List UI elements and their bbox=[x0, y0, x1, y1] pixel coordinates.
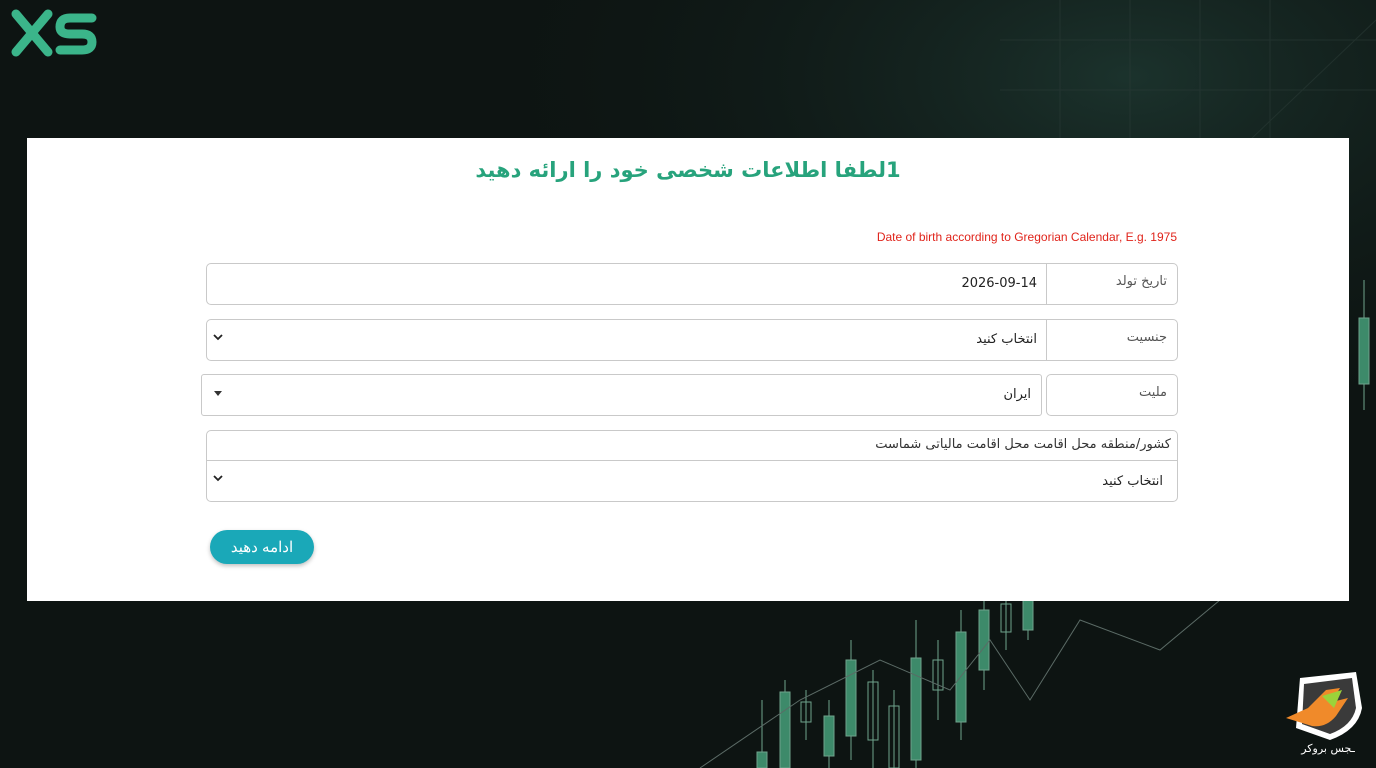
dob-note: Date of birth according to Gregorian Cal… bbox=[876, 230, 1177, 244]
continue-button[interactable]: ادامه دهید bbox=[210, 530, 314, 564]
birthdate-value: 2026-09-14 bbox=[961, 276, 1037, 291]
nationality-selected: ایران bbox=[1003, 387, 1031, 402]
birthdate-input[interactable]: 2026-09-14 bbox=[206, 263, 1048, 305]
caret-down-icon bbox=[214, 391, 222, 396]
watermark-text: ـجس بروکر bbox=[1301, 742, 1355, 755]
gender-select[interactable]: انتخاب کنید bbox=[206, 319, 1048, 361]
xs-logo[interactable] bbox=[10, 8, 100, 58]
gender-label: جنسیت bbox=[1046, 319, 1178, 361]
tax-residence-selected: انتخاب کنید bbox=[1102, 474, 1163, 489]
birthdate-label: تاریخ تولد bbox=[1046, 263, 1178, 305]
nationality-label: ملیت bbox=[1046, 374, 1178, 416]
nationality-select[interactable]: ایران bbox=[201, 374, 1042, 416]
form-title: 1لطفا اطلاعات شخصی خود را ارائه دهید bbox=[475, 158, 901, 182]
tax-residence-label: کشور/منطقه محل اقامت محل اقامت مالیاتی ش… bbox=[206, 430, 1178, 462]
chevron-down-icon bbox=[213, 334, 223, 341]
tax-residence-select[interactable]: انتخاب کنید bbox=[206, 460, 1178, 502]
gender-selected: انتخاب کنید bbox=[976, 332, 1037, 347]
chevron-down-icon bbox=[213, 475, 223, 482]
personal-info-form: 1لطفا اطلاعات شخصی خود را ارائه دهید Dat… bbox=[27, 138, 1349, 601]
